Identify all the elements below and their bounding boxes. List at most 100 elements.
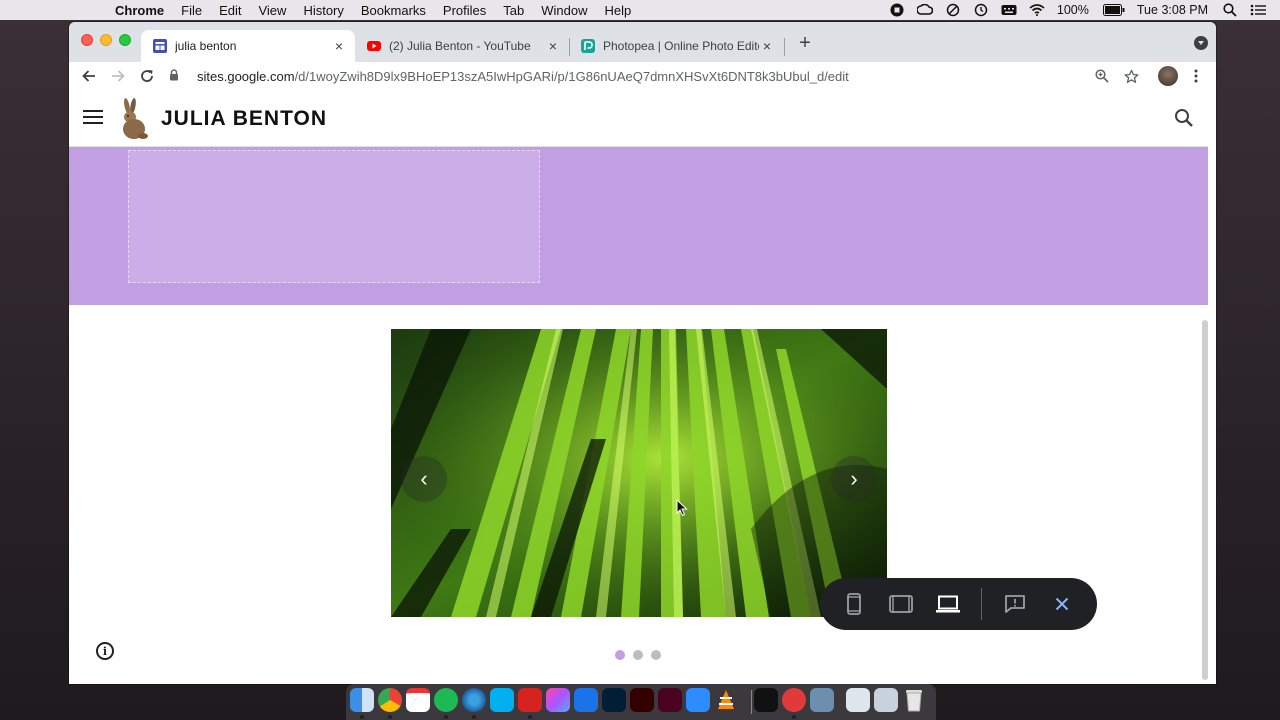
mouse-cursor-icon xyxy=(676,498,688,517)
preview-app-icon[interactable] xyxy=(810,688,834,712)
image-placeholder[interactable] xyxy=(128,150,540,283)
dock-separator xyxy=(751,690,752,714)
menu-window[interactable]: Window xyxy=(541,3,587,18)
battery-percent: 100% xyxy=(1056,3,1089,17)
tab-youtube[interactable]: (2) Julia Benton - YouTube × xyxy=(355,30,569,62)
indesign-icon[interactable] xyxy=(658,688,682,712)
macos-dock xyxy=(346,684,936,720)
running-indicator xyxy=(388,715,392,719)
image-carousel[interactable]: ‹ › xyxy=(391,329,887,617)
spotify-icon[interactable] xyxy=(434,688,458,712)
acrobat-icon[interactable] xyxy=(518,688,542,712)
url-path: /d/1woyZwih8D9lx9BHoEP13szA5IwHpGARi/p/1… xyxy=(294,68,849,84)
menu-history[interactable]: History xyxy=(303,3,343,18)
creative-cloud-app-icon[interactable] xyxy=(546,688,570,712)
window-minimize-button[interactable] xyxy=(100,34,112,46)
zoom-app-icon[interactable] xyxy=(686,688,710,712)
site-header: JULIA BENTON xyxy=(69,90,1208,147)
header-banner-section[interactable] xyxy=(69,147,1208,305)
menu-file[interactable]: File xyxy=(181,3,202,18)
menu-profiles[interactable]: Profiles xyxy=(443,3,486,18)
info-icon[interactable]: i xyxy=(96,642,114,660)
reload-icon[interactable] xyxy=(137,66,157,86)
window-zoom-button[interactable] xyxy=(119,34,131,46)
macos-menubar: Chrome File Edit View History Bookmarks … xyxy=(0,0,1280,20)
wifi-icon[interactable] xyxy=(1029,3,1045,17)
close-icon[interactable] xyxy=(1049,591,1075,617)
folder-stack-icon[interactable] xyxy=(846,688,870,712)
profile-avatar[interactable] xyxy=(1158,66,1178,86)
forward-icon[interactable] xyxy=(108,66,128,86)
photopea-favicon-icon xyxy=(581,39,595,53)
address-bar[interactable]: sites.google.com /d/1woyZwih8D9lx9BHoEP1… xyxy=(167,63,1147,89)
zoom-icon[interactable] xyxy=(1093,67,1111,85)
trash-icon[interactable] xyxy=(902,688,926,712)
vlc-icon[interactable] xyxy=(714,688,738,712)
time-machine-icon[interactable] xyxy=(973,3,989,17)
running-indicator xyxy=(472,715,476,719)
battery-icon[interactable] xyxy=(1102,3,1125,17)
do-not-disturb-icon[interactable] xyxy=(945,3,961,17)
window-close-button[interactable] xyxy=(81,34,93,46)
bookmark-star-icon[interactable] xyxy=(1122,67,1140,85)
carousel-prev-button[interactable]: ‹ xyxy=(401,456,447,502)
menu-icon[interactable] xyxy=(83,110,103,126)
spotlight-search-icon[interactable] xyxy=(1222,3,1238,17)
menubar-clock[interactable]: Tue 3:08 PM xyxy=(1137,3,1208,17)
carousel-dot-3[interactable] xyxy=(651,650,661,660)
laptop-preview-icon[interactable] xyxy=(935,591,961,617)
site-title[interactable]: JULIA BENTON xyxy=(161,107,327,131)
carousel-next-button[interactable]: › xyxy=(831,456,877,502)
lock-icon[interactable] xyxy=(167,68,181,84)
finder-icon[interactable] xyxy=(350,688,374,712)
tab-close-icon[interactable]: × xyxy=(331,38,347,54)
rabbit-logo-icon[interactable] xyxy=(115,98,151,140)
running-indicator xyxy=(360,715,364,719)
google-sites-favicon-icon xyxy=(153,39,167,53)
tab-title: Photopea | Online Photo Editor xyxy=(603,39,759,53)
carousel-dot-2[interactable] xyxy=(633,650,643,660)
new-tab-button[interactable]: + xyxy=(795,33,815,53)
menu-bookmarks[interactable]: Bookmarks xyxy=(361,3,426,18)
browser-toolbar: sites.google.com /d/1woyZwih8D9lx9BHoEP1… xyxy=(69,62,1216,90)
downloads-stack-icon[interactable] xyxy=(874,688,898,712)
record-icon[interactable] xyxy=(889,3,905,17)
tab-strip: julia benton × (2) Julia Benton - YouTub… xyxy=(69,22,1216,62)
tab-julia-benton[interactable]: julia benton × xyxy=(141,30,355,62)
imovie-icon[interactable] xyxy=(574,688,598,712)
menu-view[interactable]: View xyxy=(258,3,286,18)
expressvpn-icon[interactable] xyxy=(782,688,806,712)
calendar-icon[interactable] xyxy=(406,688,430,712)
back-icon[interactable] xyxy=(79,66,99,86)
keyboard-icon[interactable] xyxy=(1001,3,1017,17)
chrome-icon[interactable] xyxy=(378,688,402,712)
illustrator-icon[interactable] xyxy=(630,688,654,712)
search-icon[interactable] xyxy=(1174,108,1194,128)
page-scrollbar[interactable] xyxy=(1202,320,1208,680)
tablet-preview-icon[interactable] xyxy=(888,591,914,617)
menu-edit[interactable]: Edit xyxy=(219,3,241,18)
tab-search-icon[interactable] xyxy=(1194,36,1208,50)
creative-cloud-icon[interactable] xyxy=(916,3,933,17)
skype-icon[interactable] xyxy=(490,688,514,712)
control-center-icon[interactable] xyxy=(1250,3,1266,17)
carousel-dots xyxy=(615,650,669,660)
tab-close-icon[interactable]: × xyxy=(759,38,775,54)
photoshop-icon[interactable] xyxy=(602,688,626,712)
running-indicator xyxy=(528,715,532,719)
apple-tv-icon[interactable] xyxy=(754,688,778,712)
browser-menu-icon[interactable] xyxy=(1187,67,1205,85)
tab-close-icon[interactable]: × xyxy=(545,38,561,54)
screenflow-icon[interactable] xyxy=(462,688,486,712)
tab-photopea[interactable]: Photopea | Online Photo Editor × xyxy=(569,30,783,62)
preview-toolbar xyxy=(820,578,1097,630)
phone-preview-icon[interactable] xyxy=(841,591,867,617)
menu-tab[interactable]: Tab xyxy=(503,3,524,18)
menu-app-name[interactable]: Chrome xyxy=(115,3,164,18)
feedback-icon[interactable] xyxy=(1002,591,1028,617)
menubar-status-area: 100% Tue 3:08 PM xyxy=(889,0,1280,20)
tab-title: julia benton xyxy=(175,39,237,53)
carousel-dot-1[interactable] xyxy=(615,650,625,660)
menu-help[interactable]: Help xyxy=(605,3,632,18)
youtube-favicon-icon xyxy=(367,39,381,53)
